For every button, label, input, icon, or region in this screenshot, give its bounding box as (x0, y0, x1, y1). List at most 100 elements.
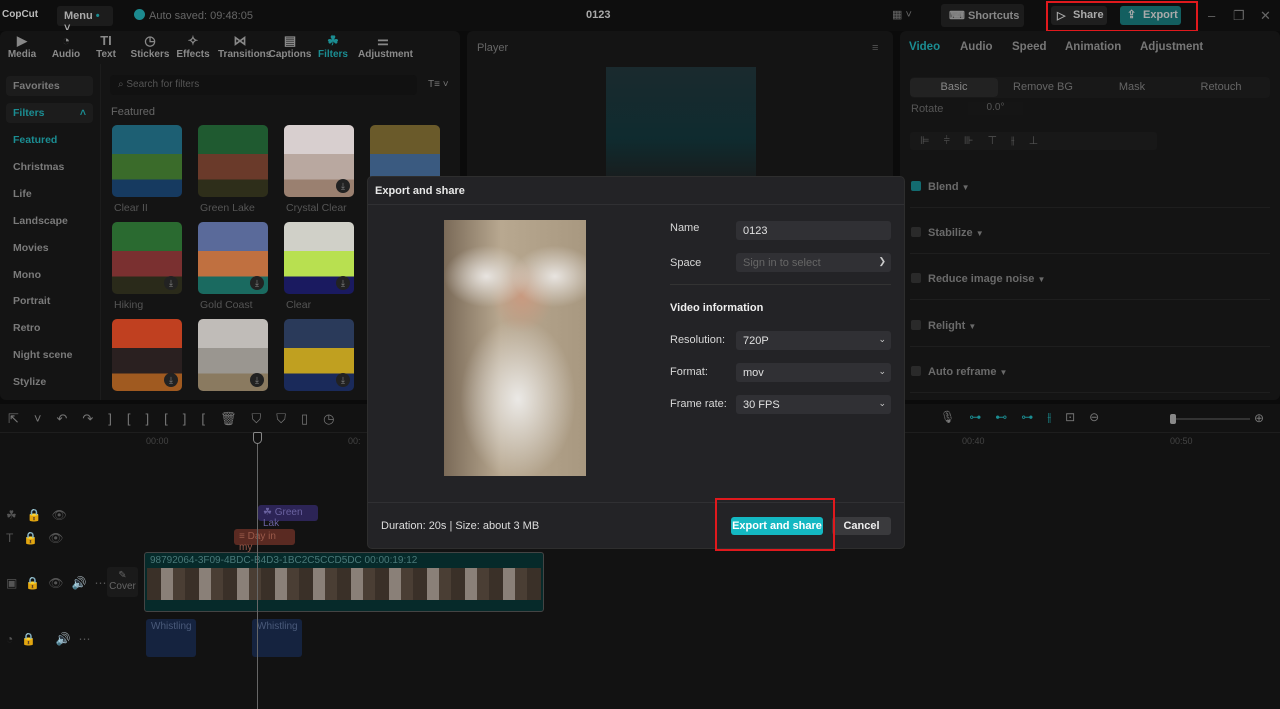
tool-label: Filters (317, 49, 348, 60)
download-icon[interactable]: ⤓ (336, 179, 350, 193)
subtab[interactable]: Basic (910, 78, 998, 97)
filter-item[interactable]: Green Lake (198, 125, 268, 214)
media-icon: ▶ (17, 33, 27, 48)
layout-icon[interactable]: ▦ ˅ (892, 8, 912, 21)
subtab[interactable]: Mask (1088, 78, 1176, 97)
tab-animation[interactable]: Animation (1065, 41, 1121, 53)
text-icon: TI (100, 33, 112, 48)
property-row[interactable]: Blend ▼ (911, 181, 970, 193)
sidebar-category[interactable]: Portrait (6, 291, 93, 311)
download-icon[interactable]: ⤓ (250, 276, 264, 290)
checkbox[interactable] (911, 227, 921, 238)
playhead[interactable] (257, 432, 258, 709)
filter-track-controls[interactable]: ☘🔒👁 (6, 508, 77, 522)
sidebar-item-favorites[interactable]: Favorites (6, 76, 93, 96)
sidebar-item-filters[interactable]: Filters ˄ (6, 103, 93, 123)
video-track-controls[interactable]: ▣🔒👁🔊⋯ (6, 576, 114, 590)
property-label: Reduce image noise (928, 273, 1035, 286)
sidebar-category[interactable]: Christmas (6, 157, 93, 177)
autosave-status: Auto saved: 09:48:05 (134, 9, 253, 22)
checkbox[interactable] (911, 273, 921, 284)
space-select[interactable]: Sign in to select ❯ (736, 253, 891, 272)
tab-speed[interactable]: Speed (1012, 41, 1047, 53)
rotate-input[interactable]: 0.0° (968, 102, 1023, 115)
maximize-icon[interactable]: ❐ (1233, 8, 1245, 24)
filter-thumbnail (112, 125, 182, 197)
player-menu-icon[interactable]: ≡ (872, 42, 878, 54)
filter-search-input[interactable]: ⌕ Search for filters (110, 75, 417, 95)
checkbox[interactable] (911, 365, 921, 376)
menu-button[interactable]: Menu • ˅ (57, 6, 113, 34)
sidebar-category[interactable]: Night scene (6, 345, 93, 365)
sidebar-category[interactable]: Life (6, 184, 93, 204)
minimize-icon[interactable]: – (1208, 8, 1215, 23)
clip-label: 98792064-3F09-4BDC-B4D3-1BC2C5CCD5DC 00:… (150, 555, 418, 566)
filter-clip[interactable]: ☘ Green Lak (258, 505, 318, 529)
tab-audio[interactable]: Audio (960, 41, 993, 53)
tool-effects[interactable]: ✧ Effects (171, 33, 215, 60)
ruler-label: 00:00 (146, 436, 169, 446)
checkbox[interactable] (911, 181, 921, 191)
tool-media[interactable]: ▶ Media (0, 33, 44, 60)
filter-item[interactable]: ⤓ Gold Coast (198, 222, 268, 311)
cancel-button[interactable]: Cancel (832, 517, 891, 535)
filter-item[interactable]: ⤓ (198, 319, 268, 396)
tool-text[interactable]: TI Text (84, 33, 128, 60)
timeline-right-tools[interactable]: 🎙⊶⊷⊶⫲⊡⊖ (940, 410, 1113, 425)
subtab[interactable]: Remove BG (999, 78, 1087, 97)
sidebar-category[interactable]: Mono (6, 265, 93, 285)
filter-item[interactable]: ⤓ Crystal Clear (284, 125, 354, 214)
zoom-in-icon[interactable]: ⊕ (1254, 411, 1264, 425)
cover-button[interactable]: ✎ Cover (107, 567, 138, 597)
property-label: Blend (928, 181, 959, 193)
property-row[interactable]: Auto reframe ▼ (911, 365, 1007, 378)
download-icon[interactable]: ⤓ (164, 276, 178, 290)
tool-transitions[interactable]: ⋈ Transitions (218, 33, 271, 60)
filter-item[interactable]: ⤓ Clear (284, 222, 354, 311)
tool-audio[interactable]: ◔ Audio (44, 33, 88, 60)
tab-video[interactable]: Video (909, 41, 940, 53)
video-clip[interactable]: 98792064-3F09-4BDC-B4D3-1BC2C5CCD5DC 00:… (144, 552, 544, 612)
name-input[interactable]: 0123 (736, 221, 891, 240)
tool-captions[interactable]: ▤ Captions (268, 33, 312, 60)
download-icon[interactable]: ⤓ (336, 276, 350, 290)
text-clip[interactable]: ≡ Day in my (234, 529, 295, 553)
sort-icon[interactable]: T≡ ˅ (428, 79, 449, 90)
download-icon[interactable]: ⤓ (336, 373, 350, 387)
property-row[interactable]: Reduce image noise ▼ (911, 273, 1045, 285)
checkbox[interactable] (911, 319, 921, 330)
zoom-slider[interactable] (1170, 414, 1250, 424)
filter-item[interactable]: ⤓ (284, 319, 354, 396)
text-track-controls[interactable]: T🔒👁 (6, 531, 74, 545)
subtab[interactable]: Retouch (1177, 78, 1265, 97)
tool-stickers[interactable]: ◷ Stickers (128, 33, 172, 60)
sidebar-category[interactable]: Landscape (6, 211, 93, 231)
filter-item[interactable]: Clear II (112, 125, 182, 214)
tool-adjustment[interactable]: ⚌ Adjustment (358, 33, 413, 60)
tool-filters[interactable]: ☘ Filters (311, 33, 355, 60)
property-row[interactable]: Stabilize ▼ (911, 227, 984, 239)
format-select[interactable]: mov ⌄ (736, 363, 891, 382)
timeline-toolbar[interactable]: ⇱˅↶↷][][][🗑⛉⛉▯◷ (8, 411, 349, 427)
close-icon[interactable]: ✕ (1260, 8, 1271, 24)
sidebar-category[interactable]: Movies (6, 238, 93, 258)
download-icon[interactable]: ⤓ (250, 373, 264, 387)
framerate-select[interactable]: 30 FPS ⌄ (736, 395, 891, 414)
download-icon[interactable]: ⤓ (164, 373, 178, 387)
property-row[interactable]: Relight ▼ (911, 319, 976, 332)
audio-track-controls[interactable]: ◔🔒 🔊⋯ (6, 632, 98, 646)
sidebar-category[interactable]: Retro (6, 318, 93, 338)
shortcuts-button[interactable]: ⌨ Shortcuts (941, 4, 1024, 27)
tab-adjustment[interactable]: Adjustment (1140, 41, 1203, 53)
resolution-select[interactable]: 720P ⌄ (736, 331, 891, 350)
audio-clip[interactable]: Whistling (252, 619, 302, 657)
filter-item[interactable]: ⤓ (112, 319, 182, 396)
align-toolbar[interactable]: ⊫⫩⊪⊤⫲⊥ (910, 132, 1157, 150)
sidebar-category[interactable]: Featured (6, 130, 93, 150)
playhead-handle[interactable] (253, 432, 262, 444)
sidebar-category[interactable]: Stylize (6, 372, 93, 392)
audio-clip[interactable]: Whistling (146, 619, 196, 657)
filter-item[interactable]: ⤓ Hiking (112, 222, 182, 311)
chevron-up-icon: ˄ (79, 107, 86, 119)
filter-label: Hiking (114, 299, 144, 311)
